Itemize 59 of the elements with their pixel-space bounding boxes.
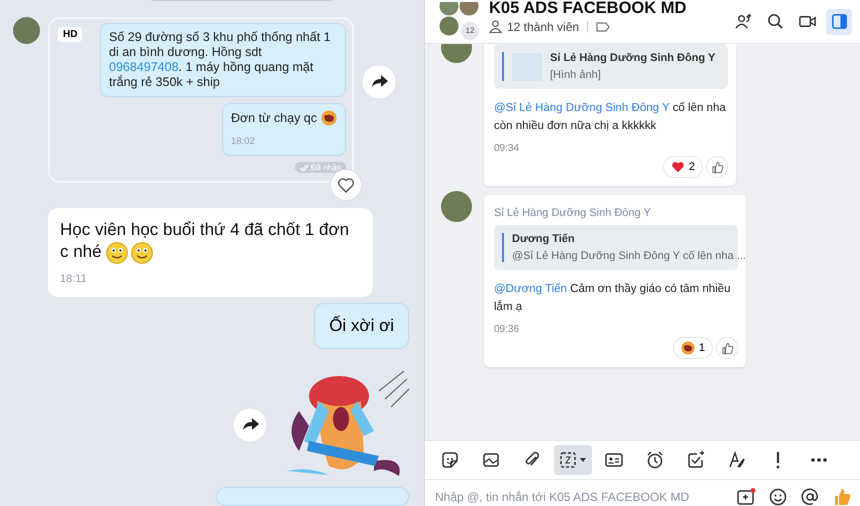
message-time: 18:02 [230,135,256,150]
quoted-message[interactable]: Sỉ Lẻ Hàng Dưỡng Sinh Đông Y [Hình ảnh] [494,44,728,89]
mention-link[interactable]: @Dương Tiến [494,283,567,295]
quote-author: Dương Tiến [512,233,576,245]
smiley-face-icon [106,242,128,264]
like-button[interactable] [706,156,728,178]
message-text: Học viên học buổi thứ 4 đã chốt 1 đơn c nhé [60,219,361,264]
screenshot-button[interactable] [554,445,592,475]
text-format-icon [727,450,747,470]
thumbs-up-outline-icon [720,342,734,354]
smiley-face-icon [131,242,154,264]
double-check-icon [300,164,309,171]
thumbs-up-icon[interactable] [832,487,852,506]
message-time: 09:34 [494,143,520,154]
outgoing-message: Ối xời ơi [314,302,409,349]
add-member-icon [734,12,752,31]
quick-message-icon[interactable] [736,487,756,506]
forward-button[interactable] [362,65,396,100]
person-icon [489,20,502,33]
like-button[interactable] [716,337,738,359]
quote-author: Sỉ Lẻ Hàng Dưỡng Sinh Đông Y [550,52,716,64]
search-icon [766,12,784,31]
heart-icon [670,160,685,174]
forward-button[interactable] [233,408,267,442]
mention-link[interactable]: @Sỉ Lẻ Hàng Dưỡng Sinh Đông Y [494,102,670,114]
sticker-icon [440,450,460,470]
alarm-clock-icon [645,450,665,470]
thumbs-up-outline-icon [710,160,724,174]
task-check-icon [686,450,706,470]
message-time: 18:11 [60,272,88,287]
message-time: 09:36 [494,324,520,335]
screenshot-icon [558,450,588,470]
exclamation-icon [775,451,781,469]
message-text: Đơn từ chạy qc [230,110,337,126]
quote-text: [Hình ảnh] [550,69,602,81]
message-text: @Sỉ Lẻ Hàng Dưỡng Sinh Đông Y cố lên nha còn nhiều đơn nữa chị a kkkkkk [494,101,727,134]
reaction-count-button[interactable]: 2 [662,156,703,178]
member-count[interactable]: 12 thành viên [507,20,580,34]
laughing-face-icon [321,110,337,126]
sidebar-toggle-button[interactable] [826,8,852,34]
at-sign-icon[interactable] [800,487,820,506]
sender-name: Sỉ Lẻ Hàng Dưỡng Sinh Đông Y [494,207,652,219]
message-text: Số 29 đường số 3 khu phố thống nhất 1 di an bình dương. Hồng sdt 0968497408. 1 máy hồng quang mặt trắng rẻ 350k + ship [109,30,332,90]
avatar [441,191,472,222]
reaction-count-button[interactable]: 1 [672,337,713,359]
group-avatar-photos-drawing [439,2,479,36]
more-icon [810,457,828,463]
tag-icon[interactable] [596,22,610,32]
delivery-status: Đã nhận [294,162,346,174]
avatar [13,17,40,44]
laughing-face-icon [680,341,695,355]
message-input[interactable]: Nhập @, tin nhắn tới K05 ADS FACEBOOK MD [435,490,736,504]
message-text: @Dương Tiến Cảm ơn thầy giáo có tâm nhiều lắm ạ [494,282,732,315]
member-count-badge: 12 [461,22,479,40]
hd-badge: HD [58,27,82,42]
quote-text: @Sỉ Lẻ Hàng Dưỡng Sinh Đông Y cố lên nha ... [512,250,746,262]
smiley-face-icon[interactable] [768,487,788,506]
sidebar-toggle-icon [830,12,848,31]
group-title: K05 ADS FACEBOOK MD [489,0,686,18]
